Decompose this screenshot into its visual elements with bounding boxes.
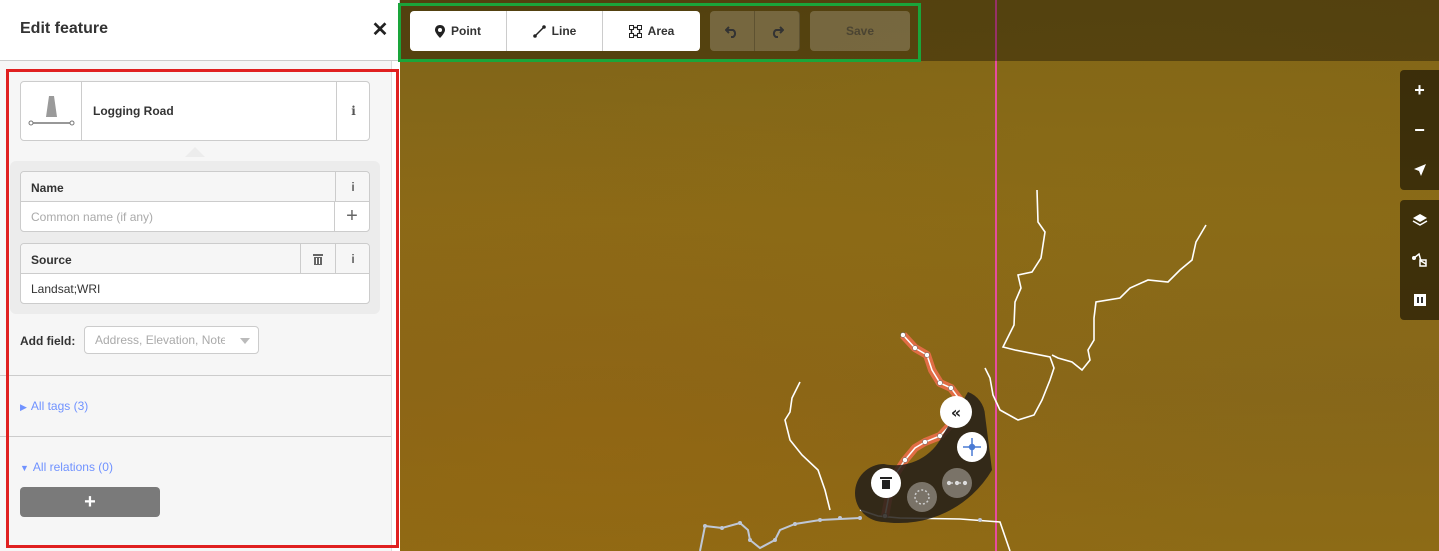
- preset-name: Logging Road: [93, 104, 174, 118]
- all-relations-toggle[interactable]: ▼ All relations (0): [20, 460, 113, 474]
- preset-fields: Name i + Source i: [10, 161, 380, 314]
- map-data-pane-button[interactable]: [1400, 240, 1439, 280]
- field-name: Name i +: [20, 171, 370, 232]
- add-relation-button[interactable]: +: [20, 487, 160, 517]
- zoom-in-button[interactable]: +: [1400, 70, 1439, 110]
- triangle-down-icon: ▼: [20, 463, 29, 473]
- triangle-right-icon: ▶: [20, 402, 27, 412]
- field-source-input-wrap: [21, 274, 369, 303]
- undo-button[interactable]: [710, 11, 755, 51]
- redo-button[interactable]: [755, 11, 800, 51]
- field-source: Source i: [20, 243, 370, 304]
- point-label: Point: [451, 24, 481, 38]
- localized-name-add-button[interactable]: +: [334, 202, 369, 231]
- add-field-combo[interactable]: [84, 326, 259, 354]
- circularize-button[interactable]: [907, 482, 937, 512]
- undo-icon: [725, 26, 737, 38]
- map-zoom-controls: + −: [1400, 70, 1439, 190]
- map-data-icon: [1411, 252, 1427, 267]
- sidebar-title: Edit feature: [20, 20, 109, 37]
- preset-caret: [185, 147, 205, 157]
- divider: [0, 375, 391, 376]
- area-label: Area: [647, 24, 675, 38]
- map-canvas[interactable]: « Point Line Area Save + −: [400, 0, 1439, 551]
- add-field-label: Add field:: [20, 334, 76, 348]
- name-input[interactable]: [21, 202, 335, 231]
- sidebar-scrollbar[interactable]: [391, 61, 400, 551]
- field-source-info-button[interactable]: i: [335, 244, 370, 274]
- navigation-arrow-icon: [1413, 164, 1426, 176]
- chevron-down-icon[interactable]: [240, 338, 250, 344]
- preset-info-button[interactable]: i: [336, 82, 370, 140]
- road-icon: [21, 82, 82, 140]
- add-field-input[interactable]: [85, 327, 235, 353]
- geolocate-button[interactable]: [1400, 150, 1439, 190]
- zoom-out-button[interactable]: −: [1400, 110, 1439, 150]
- field-name-info-button[interactable]: i: [335, 172, 370, 202]
- line-label: Line: [551, 24, 577, 38]
- undo-redo-buttons: [710, 11, 800, 51]
- background-pane-button[interactable]: [1400, 200, 1439, 240]
- all-tags-label: All tags (3): [30, 399, 89, 413]
- trash-icon[interactable]: [300, 244, 335, 274]
- divider: [0, 436, 391, 437]
- field-source-label-text: Source: [31, 253, 72, 267]
- map-data-layer: «: [699, 0, 1207, 551]
- road-vertices: [703, 516, 982, 542]
- sidebar-header: Edit feature ✕: [0, 0, 399, 61]
- save-button[interactable]: Save: [810, 11, 910, 51]
- add-line-button[interactable]: Line: [507, 11, 603, 51]
- all-relations-label: All relations (0): [32, 460, 113, 474]
- straighten-icon: «: [951, 403, 961, 422]
- source-input[interactable]: [21, 274, 369, 303]
- sidebar: Edit feature ✕ Logging Road i Name i Com…: [0, 0, 400, 551]
- dotted-road: [699, 517, 861, 551]
- add-field: Add field:: [20, 326, 370, 354]
- preset-button[interactable]: Logging Road i: [20, 81, 370, 141]
- close-icon[interactable]: ✕: [368, 18, 392, 42]
- layers-icon: [1412, 214, 1427, 226]
- redo-icon: [772, 26, 784, 38]
- field-name-label: Name i: [21, 172, 369, 202]
- field-name-input-wrap: +: [21, 202, 369, 231]
- area-icon: [628, 24, 642, 38]
- mode-buttons: Point Line Area: [410, 11, 700, 51]
- point-marker-icon: [435, 24, 445, 38]
- entity-editor: Logging Road i Name i + Source: [0, 61, 391, 551]
- add-point-button[interactable]: Point: [410, 11, 507, 51]
- field-name-label-text: Name: [31, 181, 64, 195]
- help-pane-button[interactable]: [1400, 280, 1439, 320]
- help-panel-icon: [1413, 294, 1426, 306]
- line-icon: [532, 24, 546, 38]
- all-tags-toggle[interactable]: ▶ All tags (3): [20, 399, 88, 413]
- map-panes-controls: [1400, 200, 1439, 320]
- disconnect-icon: [946, 480, 968, 486]
- add-area-button[interactable]: Area: [603, 11, 700, 51]
- field-source-label: Source i: [21, 244, 369, 274]
